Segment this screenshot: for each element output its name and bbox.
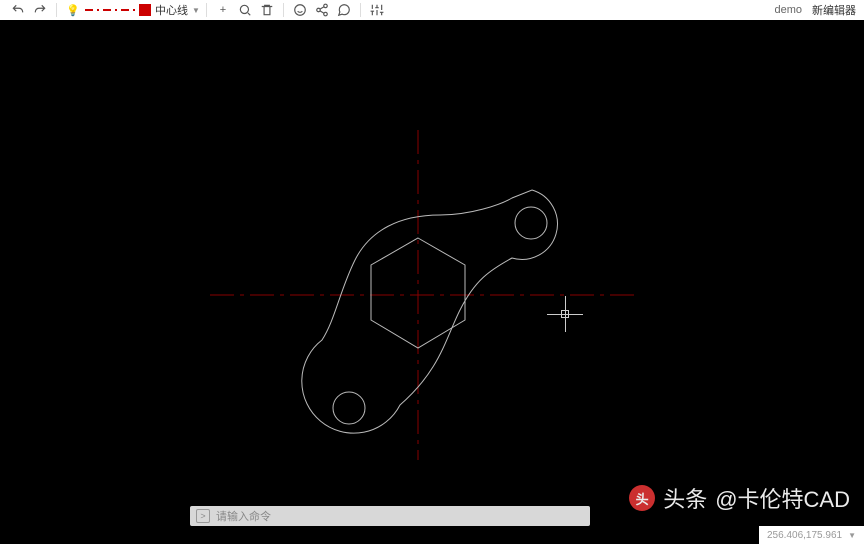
- command-placeholder: 请输入命令: [216, 508, 271, 524]
- layer-button[interactable]: 💡: [63, 1, 83, 19]
- separator: [56, 3, 57, 17]
- undo-button[interactable]: [8, 1, 28, 19]
- linestyle-selector[interactable]: 中心线 ▼: [85, 2, 200, 18]
- delete-button[interactable]: [257, 1, 277, 19]
- separator: [360, 3, 361, 17]
- linestyle-preview: [85, 9, 135, 11]
- fit-button[interactable]: [235, 1, 255, 19]
- share-button[interactable]: [312, 1, 332, 19]
- status-bar: 256.406,175.961 ▼: [759, 526, 864, 544]
- toolbar: 💡 中心线 ▼ + demo 新编辑器: [0, 0, 864, 20]
- settings-button[interactable]: [367, 1, 387, 19]
- watermark-logo-icon: 头: [629, 485, 655, 511]
- redo-button[interactable]: [30, 1, 50, 19]
- command-icon: >: [196, 509, 210, 523]
- coords-readout: 256.406,175.961: [767, 530, 842, 541]
- watermark-handle: @卡伦特CAD: [715, 482, 850, 514]
- color-swatch: [139, 4, 151, 16]
- demo-label: demo: [774, 4, 802, 16]
- separator: [206, 3, 207, 17]
- chevron-down-icon[interactable]: ▼: [848, 531, 856, 540]
- comment-button[interactable]: [334, 1, 354, 19]
- editor-label[interactable]: 新编辑器: [812, 2, 856, 18]
- watermark: 头 头条 @卡伦特CAD: [629, 482, 850, 514]
- separator: [283, 3, 284, 17]
- linestyle-label: 中心线: [155, 2, 188, 18]
- smile-button[interactable]: [290, 1, 310, 19]
- toolbar-right: demo 新编辑器: [774, 2, 856, 18]
- part-outline: [302, 190, 558, 433]
- watermark-prefix: 头条: [663, 482, 707, 514]
- command-bar[interactable]: > 请输入命令: [190, 506, 590, 526]
- chevron-down-icon: ▼: [192, 6, 200, 15]
- drawing-canvas[interactable]: [0, 20, 864, 506]
- add-button[interactable]: +: [213, 1, 233, 19]
